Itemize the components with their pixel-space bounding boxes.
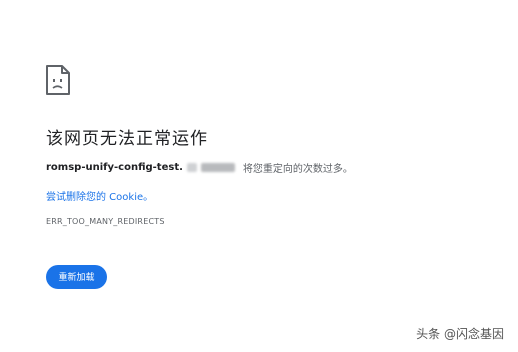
error-message: romsp-unify-config-test. 将您重定向的次数过多。	[46, 160, 353, 175]
error-domain: romsp-unify-config-test.	[46, 162, 183, 173]
clear-cookies-link[interactable]: 尝试删除您的 Cookie。	[46, 188, 153, 203]
error-page: 该网页无法正常运作 romsp-unify-config-test. 将您重定向…	[0, 0, 518, 352]
redacted-mask	[200, 163, 235, 172]
sad-page-icon	[46, 65, 70, 95]
error-message-text: 将您重定向的次数过多。	[242, 164, 353, 175]
redacted-mask	[186, 163, 197, 172]
reload-button[interactable]: 重新加载	[46, 265, 107, 289]
error-code: ERR_TOO_MANY_REDIRECTS	[46, 217, 165, 226]
error-title: 该网页无法正常运作	[46, 129, 208, 149]
watermark: 头条 @闪念基因	[416, 327, 504, 341]
